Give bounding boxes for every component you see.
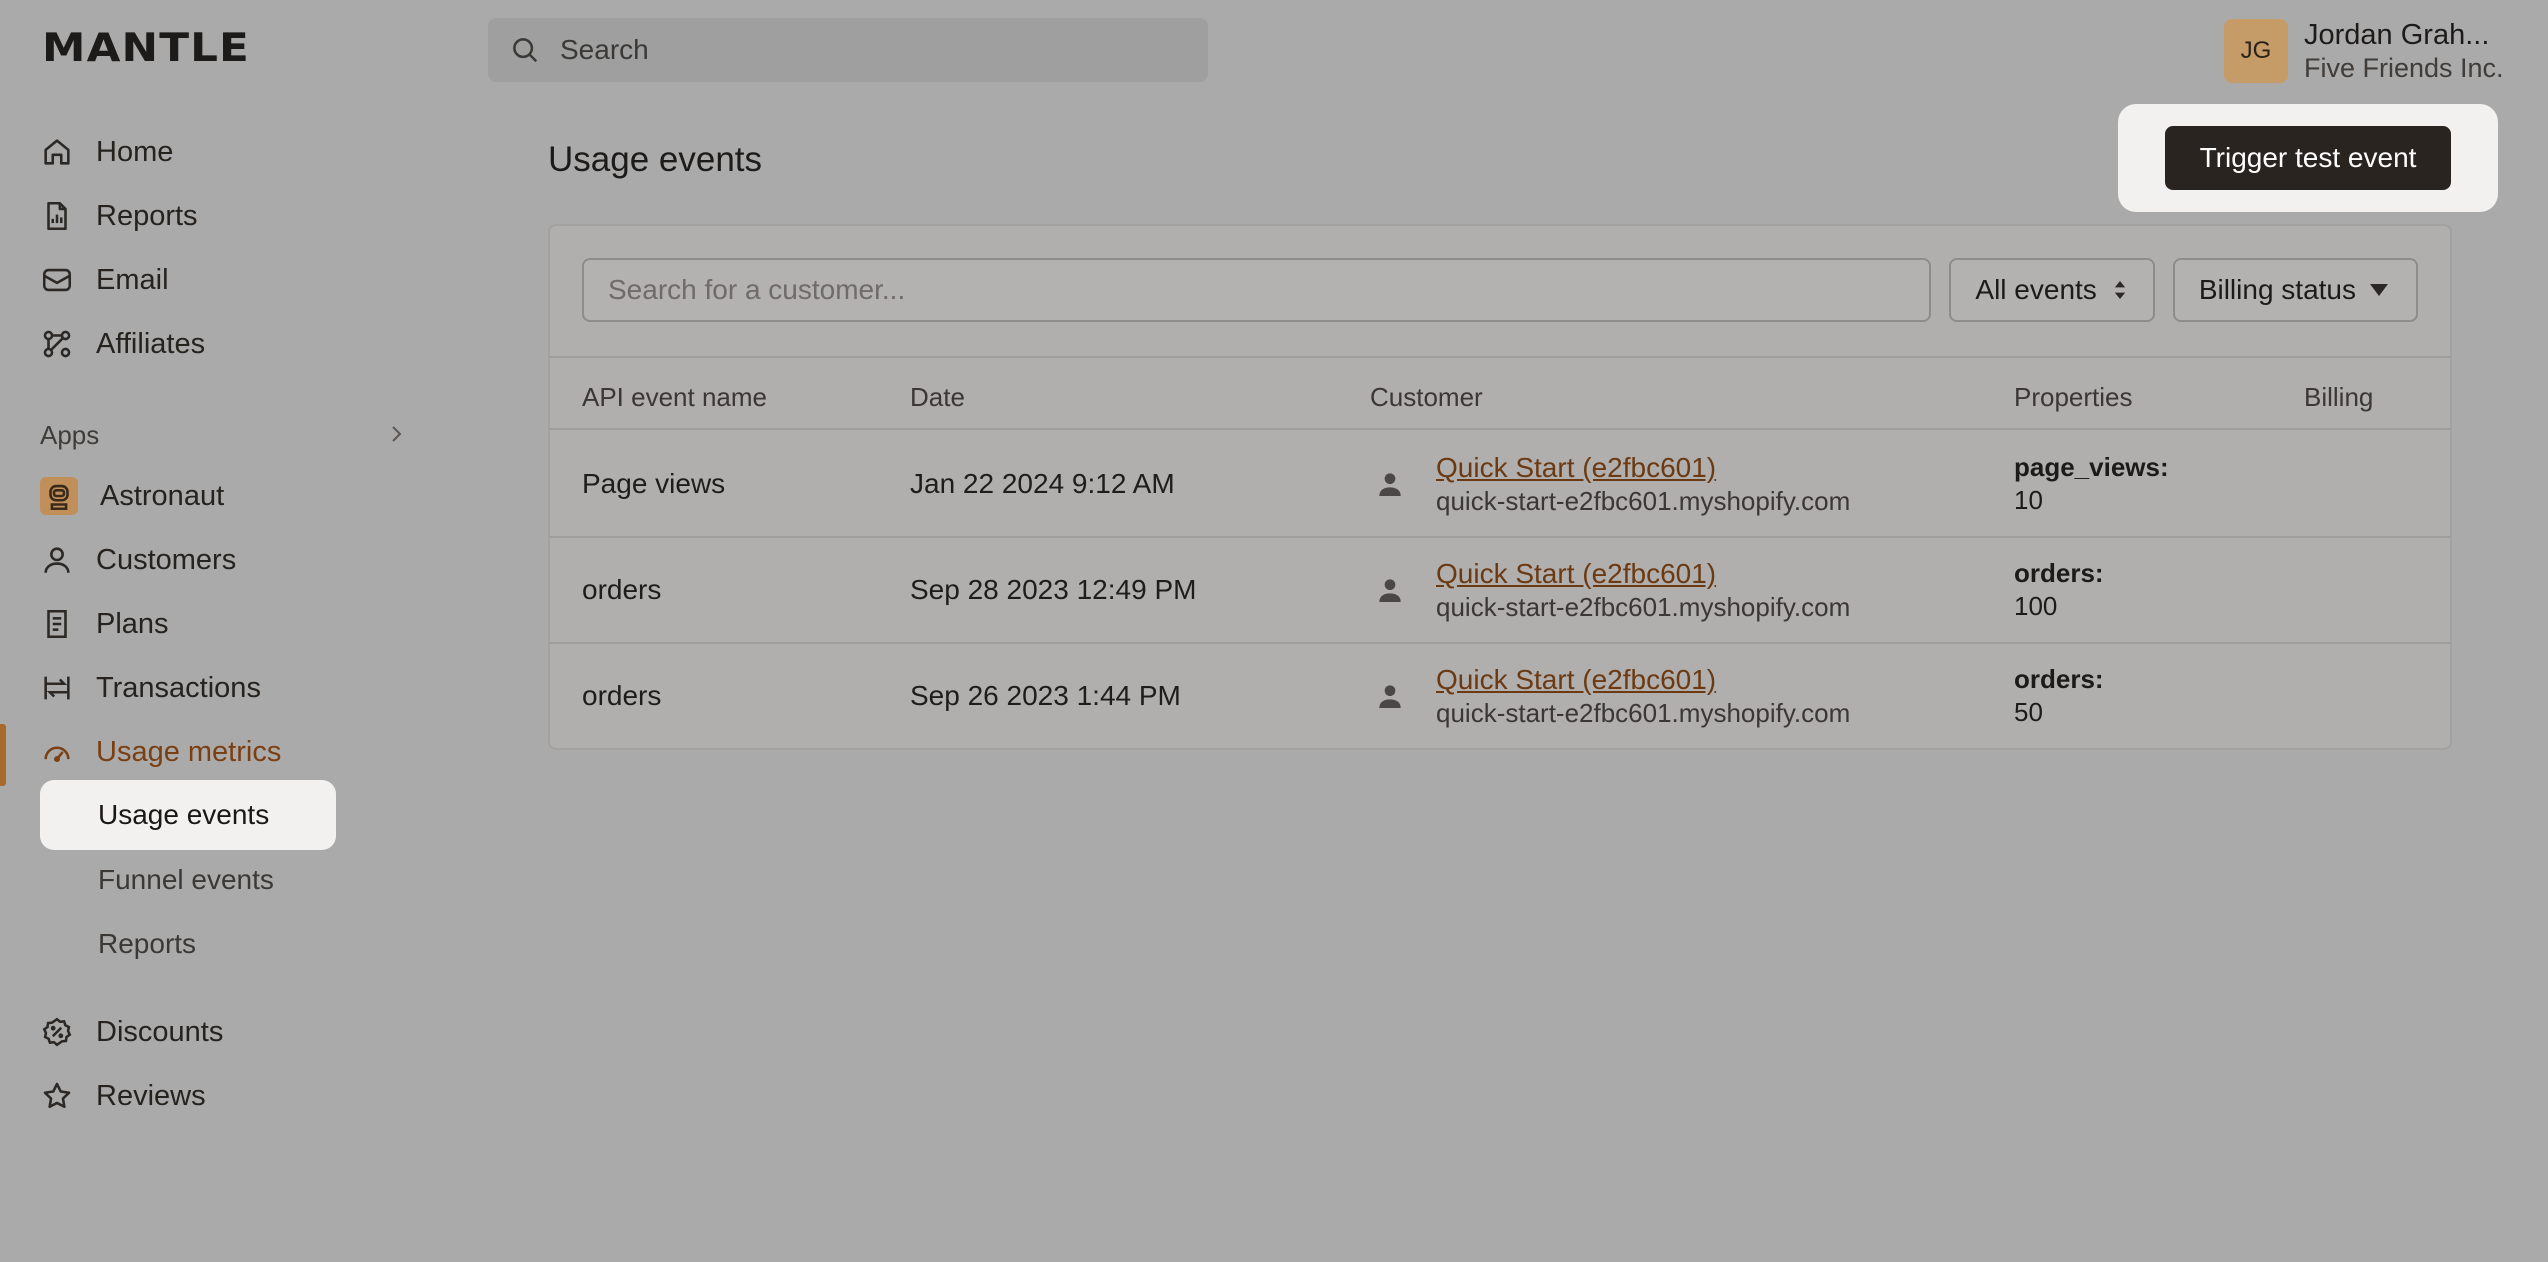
- sidebar-item-transactions[interactable]: Transactions: [40, 668, 261, 708]
- table-header: API event name Date Customer Properties …: [550, 356, 2450, 430]
- sidebar-subitem-reports[interactable]: Reports: [98, 928, 196, 960]
- home-icon: [44, 139, 70, 165]
- customer-cell: Quick Start (e2fbc601) quick-start-e2fbc…: [1436, 452, 1850, 517]
- sidebar-item-label: Affiliates: [96, 327, 206, 360]
- person-icon: [44, 547, 70, 573]
- properties-cell: page_views: 10: [2014, 452, 2169, 516]
- star-icon: [43, 1082, 71, 1109]
- chevron-right-icon[interactable]: [384, 422, 408, 446]
- column-header-properties[interactable]: Properties: [2014, 382, 2133, 413]
- property-value: 50: [2014, 697, 2043, 727]
- column-header-event[interactable]: API event name: [582, 382, 767, 413]
- customer-link[interactable]: Quick Start (e2fbc601): [1436, 452, 1850, 484]
- sidebar-item-home[interactable]: Home: [40, 132, 173, 172]
- avatar[interactable]: JG: [2224, 19, 2288, 83]
- customer-search-input[interactable]: Search for a customer...: [582, 258, 1932, 322]
- sidebar-subitem-usage-events[interactable]: Usage events: [40, 780, 336, 850]
- customer-domain: quick-start-e2fbc601.myshopify.com: [1436, 698, 1851, 728]
- person-icon: [1379, 685, 1401, 708]
- receipt-icon: [47, 609, 67, 639]
- column-header-billing[interactable]: Billing: [2304, 382, 2373, 413]
- table-row[interactable]: Page views Jan 22 2024 9:12 AM Quick Sta…: [550, 432, 2450, 538]
- trigger-test-event-button[interactable]: Trigger test event: [2165, 126, 2451, 190]
- usage-events-card: Search for a customer... All events Bill…: [548, 224, 2452, 750]
- table-row[interactable]: orders Sep 26 2023 1:44 PM Quick Start (…: [550, 644, 2450, 750]
- customer-cell: Quick Start (e2fbc601) quick-start-e2fbc…: [1436, 558, 1850, 623]
- person-icon: [1379, 579, 1401, 602]
- event-name: orders: [582, 574, 662, 605]
- customer-domain: quick-start-e2fbc601.myshopify.com: [1436, 592, 1851, 622]
- customer-link[interactable]: Quick Start (e2fbc601): [1436, 664, 1850, 696]
- affiliates-icon: [43, 330, 71, 358]
- sidebar-item-reports[interactable]: Reports: [40, 196, 198, 236]
- event-date: Sep 28 2023 12:49 PM: [910, 574, 1197, 605]
- sidebar-item-label: Reviews: [96, 1079, 206, 1112]
- sidebar-item-label: Home: [96, 135, 174, 168]
- sidebar-item-plans[interactable]: Plans: [40, 604, 169, 644]
- sidebar-subitem-funnel-events[interactable]: Funnel events: [98, 864, 274, 896]
- sidebar-item-discounts[interactable]: Discounts: [40, 1012, 223, 1052]
- caret-down-icon: [2370, 284, 2388, 296]
- properties-cell: orders: 100: [2014, 558, 2104, 622]
- customer-cell: Quick Start (e2fbc601) quick-start-e2fbc…: [1436, 664, 1850, 729]
- global-search[interactable]: Search: [488, 18, 1208, 82]
- property-key: orders:: [2014, 664, 2104, 694]
- event-name: Page views: [582, 468, 726, 499]
- sidebar-item-email[interactable]: Email: [40, 260, 169, 300]
- filter-toolbar: Search for a customer... All events Bill…: [582, 258, 2418, 322]
- table-row[interactable]: orders Sep 28 2023 12:49 PM Quick Start …: [550, 538, 2450, 644]
- billing-filter-label: Billing status: [2198, 274, 2356, 305]
- event-date: Sep 26 2023 1:44 PM: [910, 680, 1181, 711]
- report-icon: [47, 201, 67, 231]
- sidebar-item-affiliates[interactable]: Affiliates: [40, 324, 205, 364]
- app-astronaut[interactable]: Astronaut: [40, 476, 224, 516]
- trigger-highlight: Trigger test event: [2118, 104, 2498, 212]
- property-value: 100: [2014, 591, 2058, 621]
- search-placeholder: Search: [560, 34, 649, 65]
- properties-cell: orders: 50: [2014, 664, 2104, 728]
- event-date: Jan 22 2024 9:12 AM: [910, 468, 1175, 499]
- event-name: orders: [582, 680, 662, 711]
- sidebar-item-label: Plans: [96, 607, 169, 640]
- page-title: Usage events: [548, 140, 763, 179]
- customer-domain: quick-start-e2fbc601.myshopify.com: [1436, 486, 1851, 516]
- discount-icon: [42, 1017, 72, 1047]
- search-icon: [513, 38, 538, 63]
- app-name: Astronaut: [100, 479, 225, 512]
- transactions-icon: [44, 676, 70, 700]
- user-org: Five Friends Inc.: [2304, 53, 2504, 83]
- mantle-logo[interactable]: MANTLE: [42, 26, 250, 71]
- user-menu[interactable]: JG Jordan Grah... Five Friends Inc.: [2224, 18, 2504, 84]
- sidebar-item-customers[interactable]: Customers: [40, 540, 236, 580]
- sidebar-item-label: Transactions: [96, 671, 261, 704]
- person-icon: [1379, 473, 1401, 496]
- apps-section-label: Apps: [40, 420, 100, 450]
- customer-link[interactable]: Quick Start (e2fbc601): [1436, 558, 1850, 590]
- sidebar-item-reviews[interactable]: Reviews: [40, 1076, 206, 1116]
- events-filter-label: All events: [1975, 274, 2097, 305]
- property-value: 10: [2014, 485, 2043, 515]
- gauge-icon: [44, 746, 70, 763]
- customer-search-placeholder: Search for a customer...: [608, 274, 906, 305]
- billing-status-filter[interactable]: Billing status: [2172, 258, 2418, 322]
- mail-icon: [42, 268, 72, 292]
- column-header-customer[interactable]: Customer: [1370, 382, 1483, 413]
- user-name: Jordan Grah...: [2304, 19, 2490, 51]
- property-key: page_views:: [2014, 452, 2169, 482]
- sidebar-subitem-label: Usage events: [98, 799, 270, 830]
- sort-icon: [2114, 281, 2125, 299]
- events-filter-select[interactable]: All events: [1949, 258, 2155, 322]
- column-header-date[interactable]: Date: [910, 382, 965, 413]
- sidebar-item-label: Customers: [96, 543, 237, 576]
- astronaut-icon: [40, 477, 78, 515]
- property-key: orders:: [2014, 558, 2104, 588]
- sidebar-item-label: Email: [96, 263, 169, 296]
- sidebar-item-label: Usage metrics: [96, 735, 282, 768]
- sidebar-item-label: Reports: [96, 199, 198, 232]
- active-indicator: [0, 724, 6, 786]
- sidebar-item-label: Discounts: [96, 1015, 224, 1048]
- sidebar-item-usage-metrics[interactable]: Usage metrics: [40, 732, 281, 772]
